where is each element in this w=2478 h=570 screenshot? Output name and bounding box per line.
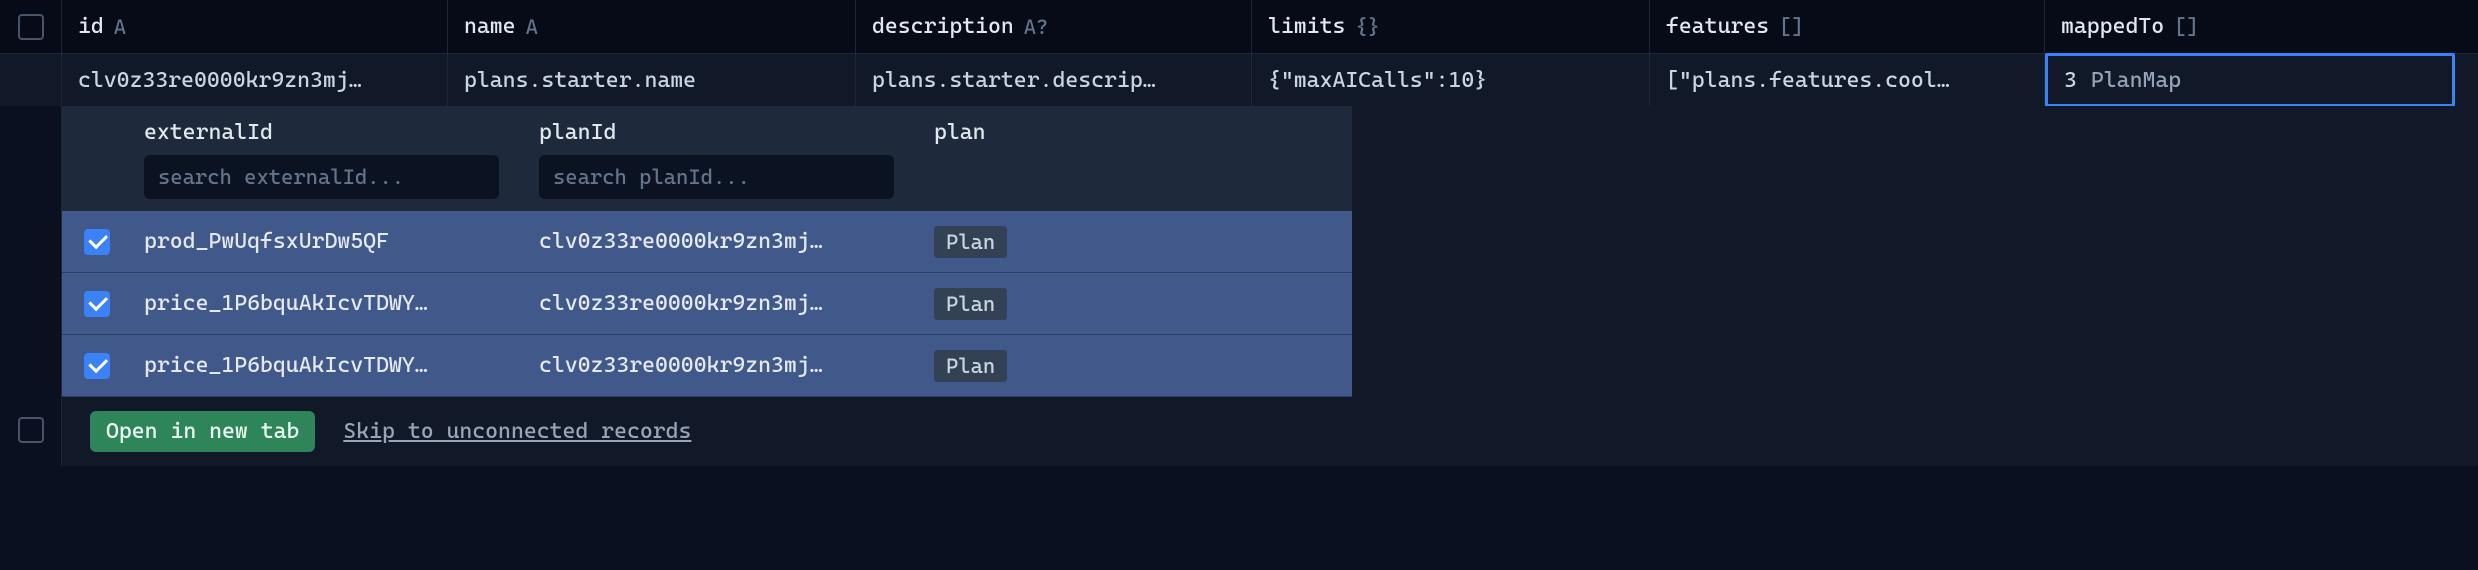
column-label: limits xyxy=(1268,14,1345,39)
column-label: mappedTo xyxy=(2061,14,2164,39)
column-header-limits[interactable]: limits {} xyxy=(1252,0,1650,53)
nested-row[interactable]: price_1P6bquAkIcvTDWY… clv0z33re0000kr9z… xyxy=(62,273,1352,335)
nested-gutter xyxy=(0,106,62,397)
cell-mappedto[interactable]: 3 PlanMap xyxy=(2045,53,2455,107)
plan-badge: Plan xyxy=(934,350,1007,382)
nested-row-checkbox-cell xyxy=(62,229,132,255)
nested-header-checkbox-cell xyxy=(62,120,132,145)
data-table: id A name A description A? limits {} fea… xyxy=(0,0,2478,466)
nested-search-row xyxy=(62,151,1352,211)
column-header-name[interactable]: name A xyxy=(448,0,856,53)
column-label: id xyxy=(78,14,104,39)
nested-cell-externalid[interactable]: price_1P6bquAkIcvTDWY… xyxy=(132,291,527,316)
nested-table: externalId planId plan xyxy=(62,106,1352,397)
nested-relation-panel: externalId planId plan xyxy=(0,106,2478,397)
nested-header-row: externalId planId plan xyxy=(62,106,1352,151)
nested-cell-externalid[interactable]: price_1P6bquAkIcvTDWY… xyxy=(132,353,527,378)
column-type: [] xyxy=(1779,15,1804,39)
nested-cell-externalid[interactable]: prod_PwUqfsxUrDw5QF xyxy=(132,229,527,254)
nested-search-planid-cell xyxy=(527,155,922,199)
nested-footer: Open in new tab Skip to unconnected reco… xyxy=(90,397,2478,466)
cell-name[interactable]: plans.starter.name xyxy=(448,54,856,106)
nested-row-checkbox[interactable] xyxy=(84,291,110,317)
column-label: name xyxy=(464,14,516,39)
column-label: description xyxy=(872,14,1014,39)
search-externalid-input[interactable] xyxy=(144,155,499,199)
column-label: features xyxy=(1666,14,1769,39)
cell-features[interactable]: ["plans.features.cool… xyxy=(1650,54,2045,106)
nested-cell-planid[interactable]: clv0z33re0000kr9zn3mj… xyxy=(527,353,922,378)
column-header-features[interactable]: features [] xyxy=(1650,0,2045,53)
nested-footer-row: Open in new tab Skip to unconnected reco… xyxy=(0,397,2478,466)
cell-value: {"maxAICalls":10} xyxy=(1268,68,1487,93)
column-type: A xyxy=(114,15,126,39)
nested-cell-plan[interactable]: Plan xyxy=(922,288,1019,320)
cell-value: plans.starter.name xyxy=(464,68,696,93)
cell-value: plans.starter.descrip… xyxy=(872,68,1156,93)
cell-value: clv0z33re0000kr9zn3mj… xyxy=(78,68,362,93)
nested-row[interactable]: prod_PwUqfsxUrDw5QF clv0z33re0000kr9zn3m… xyxy=(62,211,1352,273)
cell-description[interactable]: plans.starter.descrip… xyxy=(856,54,1252,106)
cell-value: ["plans.features.cool… xyxy=(1666,68,1950,93)
nested-column-header-externalid[interactable]: externalId xyxy=(132,120,527,145)
column-label: plan xyxy=(934,120,986,145)
column-type: [] xyxy=(2174,15,2199,39)
nested-row-checkbox-cell xyxy=(62,291,132,317)
footer-gutter xyxy=(0,397,62,466)
nested-cell-planid[interactable]: clv0z33re0000kr9zn3mj… xyxy=(527,229,922,254)
nested-search-externalid-cell xyxy=(132,155,527,199)
nested-column-header-plan[interactable]: plan xyxy=(922,120,998,145)
nested-search-spacer xyxy=(62,155,132,199)
search-planid-input[interactable] xyxy=(539,155,894,199)
plan-badge: Plan xyxy=(934,288,1007,320)
column-type: A xyxy=(526,15,538,39)
footer-checkbox[interactable] xyxy=(18,417,44,443)
column-header-description[interactable]: description A? xyxy=(856,0,1252,53)
nested-cell-planid[interactable]: clv0z33re0000kr9zn3mj… xyxy=(527,291,922,316)
open-in-new-tab-button[interactable]: Open in new tab xyxy=(90,411,315,452)
column-label: externalId xyxy=(144,120,273,145)
nested-row[interactable]: price_1P6bquAkIcvTDWY… clv0z33re0000kr9z… xyxy=(62,335,1352,397)
nested-column-header-planid[interactable]: planId xyxy=(527,120,922,145)
column-type: A? xyxy=(1024,15,1049,39)
cell-id[interactable]: clv0z33re0000kr9zn3mj… xyxy=(62,54,448,106)
nested-cell-plan[interactable]: Plan xyxy=(922,226,1019,258)
nested-empty-space xyxy=(1352,106,2478,397)
column-header-id[interactable]: id A xyxy=(62,0,448,53)
mapped-count: 3 xyxy=(2064,68,2077,93)
table-header-row: id A name A description A? limits {} fea… xyxy=(0,0,2478,54)
column-header-mappedto[interactable]: mappedTo [] xyxy=(2045,0,2455,53)
column-type: {} xyxy=(1355,15,1380,39)
skip-unconnected-link[interactable]: Skip to unconnected records xyxy=(343,419,691,444)
plan-badge: Plan xyxy=(934,226,1007,258)
nested-row-checkbox[interactable] xyxy=(84,353,110,379)
table-row[interactable]: clv0z33re0000kr9zn3mj… plans.starter.nam… xyxy=(0,54,2478,106)
mapped-type: PlanMap xyxy=(2091,68,2181,93)
cell-limits[interactable]: {"maxAICalls":10} xyxy=(1252,54,1650,106)
nested-row-checkbox-cell xyxy=(62,353,132,379)
row-checkbox-cell xyxy=(0,54,62,106)
nested-cell-plan[interactable]: Plan xyxy=(922,350,1019,382)
nested-row-checkbox[interactable] xyxy=(84,229,110,255)
header-checkbox-cell xyxy=(0,0,62,53)
select-all-checkbox[interactable] xyxy=(18,14,44,40)
column-label: planId xyxy=(539,120,616,145)
